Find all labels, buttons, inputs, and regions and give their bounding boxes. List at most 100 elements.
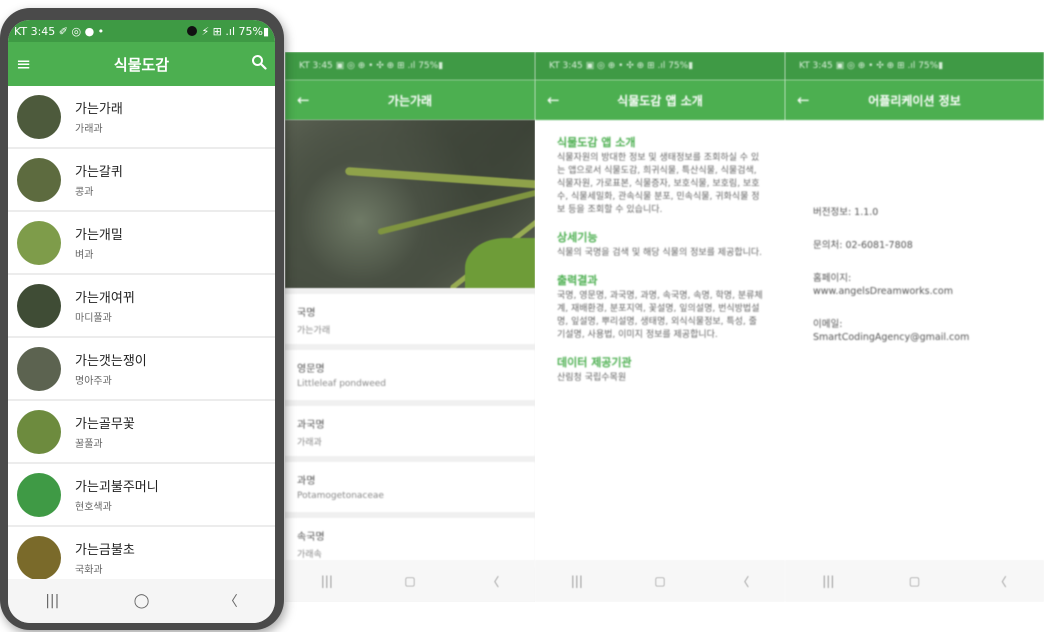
status-bar: KT 3:45 ▣ ◎ ⊕ • ✣ ⊕ ⊞ .ıl 75%▮ xyxy=(285,52,535,80)
app-bar: ≡ 식물도감 xyxy=(8,42,275,86)
plant-family: 현호색과 xyxy=(75,502,112,513)
plant-name: 가는개여뀌 xyxy=(75,291,135,306)
field-card: 과국명 가래과 xyxy=(285,406,535,456)
page-title: 어플리케이션 정보 xyxy=(868,93,961,108)
app-info-content: 버전정보: 1.1.0 문의처: 02-6081-7808 홈페이지: www.… xyxy=(785,120,1044,344)
field-label: 과국명 xyxy=(297,420,325,431)
section-heading: 식물도감 앱 소개 xyxy=(557,136,636,149)
recents-button[interactable]: ||| xyxy=(822,574,834,588)
recents-button[interactable]: ||| xyxy=(321,574,333,588)
phone-frame: KT 3:45 ✐ ◎ ● • ⚡ ⊞ .ıl 75%▮ ≡ 식물도감 가는가래… xyxy=(0,8,284,630)
section-heading: 상세기능 xyxy=(557,231,598,244)
about-content: 식물도감 앱 소개 식물자원의 방대한 정보 및 생태정보를 조회하실 수 있는… xyxy=(535,120,785,385)
plant-name: 가는괴불주머니 xyxy=(75,480,159,495)
list-item[interactable]: 가는갈퀴 콩과 xyxy=(8,149,275,210)
homepage-info[interactable]: 홈페이지: www.angelsDreamworks.com xyxy=(813,272,1044,298)
field-label: 국명 xyxy=(297,308,316,319)
plant-family: 벼과 xyxy=(75,250,94,261)
back-button[interactable]: 〈 xyxy=(487,573,499,590)
plant-name: 가는갯는쟁이 xyxy=(75,354,147,369)
back-button[interactable]: 〈 xyxy=(737,573,749,590)
app-bar: ← 어플리케이션 정보 xyxy=(785,80,1044,120)
plant-family: 가래과 xyxy=(75,124,103,135)
list-item-text: 가는금불초국화과 xyxy=(75,539,135,576)
list-item-text: 가는괴불주머니현호색과 xyxy=(75,476,159,513)
home-button[interactable]: ▢ xyxy=(654,574,665,588)
recents-button[interactable]: ||| xyxy=(571,574,583,588)
section-heading: 데이터 제공기관 xyxy=(557,356,632,369)
section-body: 국명, 영문명, 과국명, 과명, 속국명, 속명, 학명, 분류체계, 재배환… xyxy=(557,291,763,340)
list-item[interactable]: 가는골무꽃꿀풀과 xyxy=(8,401,275,462)
field-value: Potamogetonaceae xyxy=(297,491,384,501)
recents-button[interactable]: ||| xyxy=(45,593,59,609)
page-title: 식물도감 앱 소개 xyxy=(617,93,703,108)
page-title: 가는가래 xyxy=(387,93,433,108)
version-info: 버전정보: 1.1.0 xyxy=(813,207,879,218)
menu-icon[interactable]: ≡ xyxy=(16,54,40,75)
plant-thumbnail xyxy=(17,94,61,139)
status-bar: KT 3:45 ✐ ◎ ● • ⚡ ⊞ .ıl 75%▮ xyxy=(8,20,275,42)
plant-thumbnail xyxy=(17,220,61,265)
plant-name: 가는가래 xyxy=(75,102,123,117)
list-item-text: 가는갯는쟁이명아주과 xyxy=(75,350,147,387)
list-item[interactable]: 가는개밀벼과 xyxy=(8,212,275,273)
home-button[interactable]: ▢ xyxy=(909,574,920,588)
section-heading: 출력결과 xyxy=(557,274,598,287)
plant-family: 꿀풀과 xyxy=(75,439,103,450)
field-value: 가래속 xyxy=(297,550,322,560)
plant-thumbnail xyxy=(17,535,61,579)
plant-detail-screen: KT 3:45 ▣ ◎ ⊕ • ✣ ⊕ ⊞ .ıl 75%▮ ← 가는가래 국명… xyxy=(285,52,535,602)
camera-cutout xyxy=(187,26,198,36)
field-value: 가는가래 xyxy=(297,326,331,336)
field-card: 국명 가는가래 xyxy=(285,294,535,344)
email-info[interactable]: 이메일: SmartCodingAgency@gmail.com xyxy=(813,318,1044,344)
plant-family: 마디풀과 xyxy=(75,313,112,324)
plant-name: 가는금불초 xyxy=(75,543,135,558)
app-info-screen: KT 3:45 ▣ ◎ ⊕ • ✣ ⊕ ⊞ .ıl 75%▮ ← 어플리케이션 … xyxy=(785,52,1044,602)
status-bar: KT 3:45 ▣ ◎ ⊕ • ✣ ⊕ ⊞ .ıl 75%▮ xyxy=(535,52,785,80)
app-screenshot-collage: KT 3:45 ▣ ◎ ⊕ • ✣ ⊕ ⊞ .ıl 75%▮ ← 가는가래 국명… xyxy=(0,0,1044,632)
back-button[interactable]: 〈 xyxy=(995,573,1007,590)
plant-list: 가는가래 가래과 가는갈퀴 콩과 가는개밀 벼과 가는개여뀌 마디풀과 가는갯는쟁이 명아주과 가는… xyxy=(8,86,275,579)
plant-name: 가는개밀 xyxy=(75,228,123,243)
plant-thumbnail xyxy=(17,409,61,454)
app-bar: ← 식물도감 앱 소개 xyxy=(535,80,785,120)
home-button[interactable]: ▢ xyxy=(404,574,415,588)
system-nav-bar: ||| ◯ 〈 xyxy=(8,579,275,623)
list-item[interactable]: 가는개여뀌마디풀과 xyxy=(8,275,275,336)
list-item-text: 가는개여뀌마디풀과 xyxy=(75,287,135,324)
app-bar: ← 가는가래 xyxy=(285,80,535,120)
arrow-left-icon[interactable]: ← xyxy=(297,91,321,109)
field-value: Littleleaf pondweed xyxy=(297,379,386,389)
plant-family: 국화과 xyxy=(75,565,103,576)
plant-photo xyxy=(285,120,535,288)
system-nav-bar: ||| ▢ 〈 xyxy=(285,560,535,602)
plant-list-screen: KT 3:45 ✐ ◎ ● • ⚡ ⊞ .ıl 75%▮ ≡ 식물도감 가는가래… xyxy=(8,20,275,623)
app-about-screen: KT 3:45 ▣ ◎ ⊕ • ✣ ⊕ ⊞ .ıl 75%▮ ← 식물도감 앱 … xyxy=(535,52,785,602)
section-body: 산림청 국립수목원 xyxy=(557,373,627,383)
list-item-text: 가는골무꽃꿀풀과 xyxy=(75,413,135,450)
home-button[interactable]: ◯ xyxy=(134,593,150,609)
section-body: 식물의 국명을 검색 및 해당 식물의 정보를 제공합니다. xyxy=(557,248,763,258)
list-item-text: 가는가래가래과 xyxy=(75,98,123,135)
plant-family: 명아주과 xyxy=(75,376,112,387)
field-value: 가래과 xyxy=(297,438,322,448)
system-nav-bar: ||| ▢ 〈 xyxy=(535,560,785,602)
status-right: ⚡ ⊞ .ıl 75%▮ xyxy=(201,24,269,38)
system-nav-bar: ||| ▢ 〈 xyxy=(785,560,1044,602)
back-button[interactable]: 〈 xyxy=(224,591,238,611)
list-item[interactable]: 가는괴불주머니현호색과 xyxy=(8,464,275,525)
arrow-left-icon[interactable]: ← xyxy=(797,91,821,109)
plant-thumbnail xyxy=(17,157,61,202)
search-icon[interactable] xyxy=(243,54,267,74)
plant-thumbnail xyxy=(17,283,61,328)
status-left: KT 3:45 ✐ ◎ ● • xyxy=(14,24,105,38)
plant-name: 가는골무꽃 xyxy=(75,417,135,432)
plant-thumbnail xyxy=(17,472,61,517)
plant-thumbnail xyxy=(17,346,61,391)
list-item[interactable]: 가는금불초국화과 xyxy=(8,527,275,579)
contact-info: 문의처: 02-6081-7808 xyxy=(813,240,913,251)
list-item[interactable]: 가는가래가래과 xyxy=(8,86,275,147)
list-item[interactable]: 가는갯는쟁이명아주과 xyxy=(8,338,275,399)
arrow-left-icon[interactable]: ← xyxy=(547,91,571,109)
